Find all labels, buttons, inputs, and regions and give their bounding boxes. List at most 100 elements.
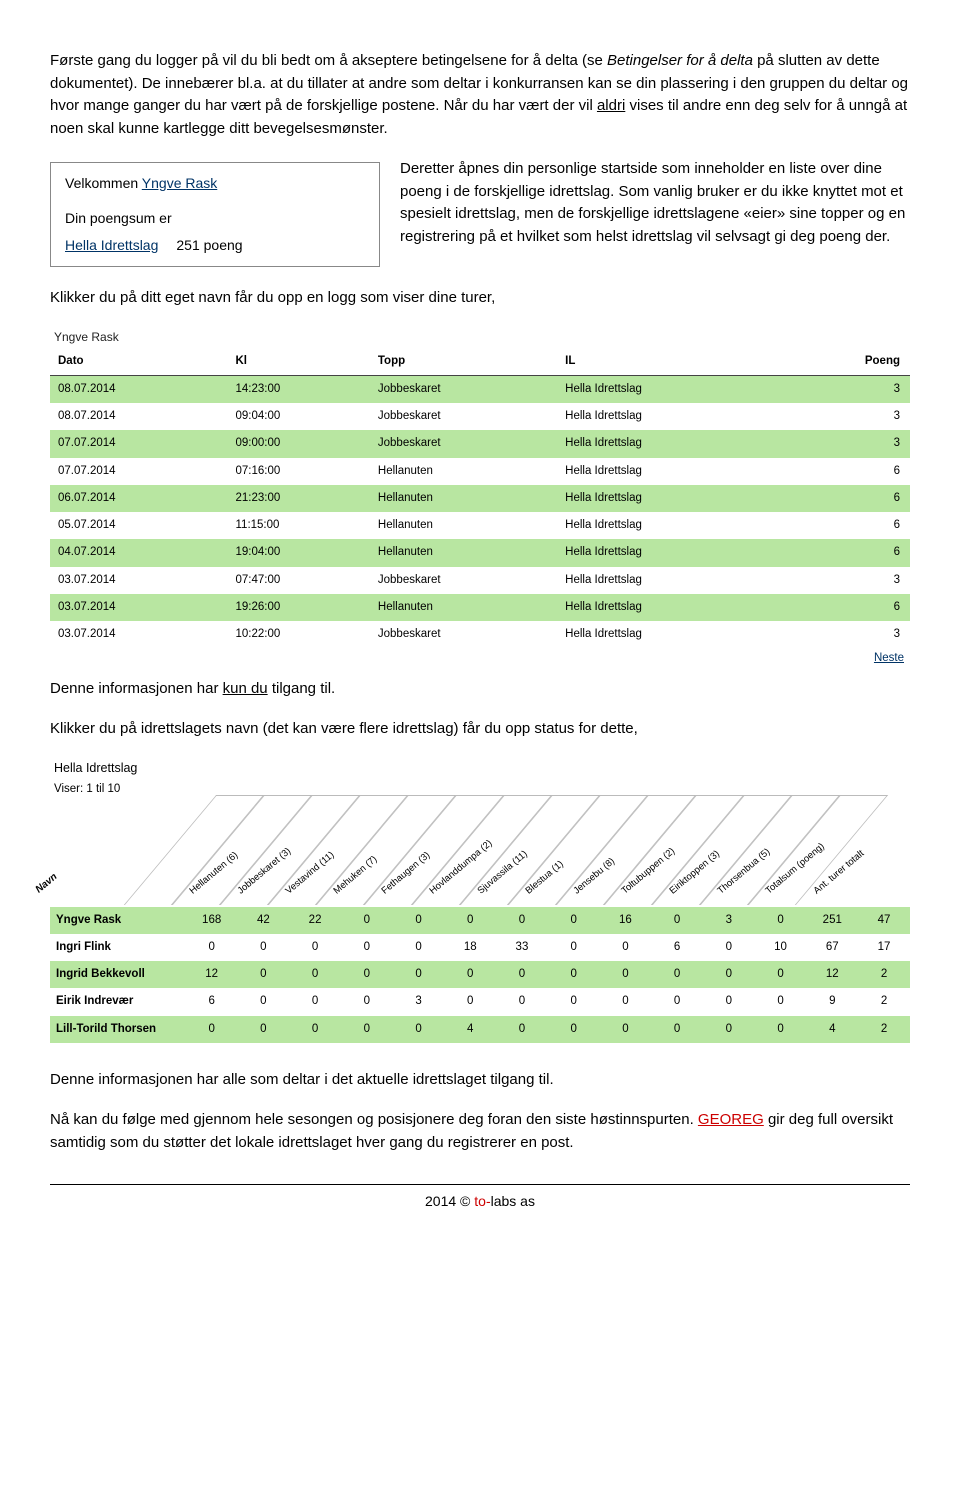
- cell: Hella Idrettslag: [559, 458, 782, 485]
- cell: 0: [651, 907, 703, 934]
- table-row: 07.07.201409:00:00JobbeskaretHella Idret…: [50, 430, 910, 457]
- points-value: 251 poeng: [176, 235, 242, 256]
- cell: 3: [393, 988, 445, 1015]
- table-row: Yngve Rask1684222000001603025147: [50, 907, 910, 934]
- paragraph-teamstatus: Klikker du på idrettslagets navn (det ka…: [50, 718, 910, 741]
- cell: 06.07.2014: [50, 485, 230, 512]
- cell: 03.07.2014: [50, 567, 230, 594]
- cell: 0: [341, 934, 393, 961]
- team-link[interactable]: Hella Idrettslag: [65, 235, 158, 256]
- cell: 0: [238, 961, 290, 988]
- cell: 3: [782, 375, 910, 403]
- table-row: 03.07.201407:47:00JobbeskaretHella Idret…: [50, 567, 910, 594]
- row-name: Yngve Rask: [50, 907, 186, 934]
- cell: 19:26:00: [230, 594, 372, 621]
- cell: 0: [548, 961, 600, 988]
- cell: 0: [341, 1016, 393, 1043]
- cell: 0: [393, 907, 445, 934]
- cell: 0: [703, 934, 755, 961]
- row-name: Ingrid Bekkevoll: [50, 961, 186, 988]
- table-header-row: Dato Kl Topp IL Poeng: [50, 348, 910, 376]
- table-row: 08.07.201409:04:00JobbeskaretHella Idret…: [50, 403, 910, 430]
- text: Denne informasjonen har: [50, 680, 223, 697]
- cell: 0: [600, 934, 652, 961]
- cell: Jobbeskaret: [372, 621, 559, 648]
- cell: 0: [341, 907, 393, 934]
- cell: 0: [289, 988, 341, 1015]
- cell: 07.07.2014: [50, 430, 230, 457]
- cell: 07:47:00: [230, 567, 372, 594]
- cell: 0: [238, 1016, 290, 1043]
- cell: 6: [782, 458, 910, 485]
- cell: 47: [858, 907, 910, 934]
- cell: 10: [755, 934, 807, 961]
- paragraph-loglink: Klikker du på ditt eget navn får du opp …: [50, 287, 910, 310]
- cell: 0: [444, 961, 496, 988]
- cell: 33: [496, 934, 548, 961]
- cell: 0: [548, 907, 600, 934]
- cell: 67: [806, 934, 858, 961]
- cell: 0: [755, 1016, 807, 1043]
- cell: 0: [393, 934, 445, 961]
- text: Nå kan du følge med gjennom hele sesonge…: [50, 1111, 698, 1128]
- cell: 6: [782, 539, 910, 566]
- log-owner: Yngve Rask: [54, 328, 910, 346]
- col-date: Dato: [50, 348, 230, 376]
- footer-year: 2014 ©: [425, 1193, 474, 1209]
- cell: 0: [703, 1016, 755, 1043]
- cell: 0: [651, 961, 703, 988]
- georeg-link[interactable]: GEOREG: [698, 1111, 764, 1128]
- cell: 0: [238, 988, 290, 1015]
- terms-reference: Betingelser for å delta: [607, 52, 753, 69]
- row-name: Eirik Indrevær: [50, 988, 186, 1015]
- cell: 0: [393, 1016, 445, 1043]
- table-row: 08.07.201414:23:00JobbeskaretHella Idret…: [50, 375, 910, 403]
- cell: 16: [600, 907, 652, 934]
- row-name: Ingri Flink: [50, 934, 186, 961]
- table-row: 06.07.201421:23:00HellanutenHella Idrett…: [50, 485, 910, 512]
- footer-brand-rest: labs as: [491, 1193, 535, 1209]
- cell: 2: [858, 1016, 910, 1043]
- team-stats-table: Yngve Rask1684222000001603025147Ingri Fl…: [50, 907, 910, 1043]
- cell: 03.07.2014: [50, 621, 230, 648]
- underline-aldri: aldri: [597, 97, 625, 114]
- cell: 05.07.2014: [50, 512, 230, 539]
- score-label: Din poengsum er: [65, 208, 365, 229]
- cell: 0: [444, 988, 496, 1015]
- cell: 09:00:00: [230, 430, 372, 457]
- cell: Hella Idrettslag: [559, 430, 782, 457]
- table-row: Ingri Flink0000018330060106717: [50, 934, 910, 961]
- cell: 09:04:00: [230, 403, 372, 430]
- cell: 4: [806, 1016, 858, 1043]
- cell: 6: [782, 485, 910, 512]
- paragraph-shared: Denne informasjonen har alle som deltar …: [50, 1069, 910, 1092]
- row-name: Lill-Torild Thorsen: [50, 1016, 186, 1043]
- cell: 12: [806, 961, 858, 988]
- welcome-line: Velkommen Yngve Rask: [65, 173, 365, 194]
- cell: 251: [806, 907, 858, 934]
- cell: 0: [289, 1016, 341, 1043]
- table-row: Ingrid Bekkevoll1200000000000122: [50, 961, 910, 988]
- cell: 0: [548, 988, 600, 1015]
- paragraph-intro: Første gang du logger på vil du bli bedt…: [50, 50, 910, 140]
- cell: 0: [703, 961, 755, 988]
- cell: 08.07.2014: [50, 375, 230, 403]
- cell: 0: [444, 907, 496, 934]
- cell: 0: [289, 934, 341, 961]
- welcome-prefix: Velkommen: [65, 175, 142, 191]
- welcome-user-link[interactable]: Yngve Rask: [142, 175, 217, 191]
- cell: 42: [238, 907, 290, 934]
- cell: 0: [341, 961, 393, 988]
- cell: 08.07.2014: [50, 403, 230, 430]
- next-page-link[interactable]: Neste: [50, 650, 904, 667]
- cell: 22: [289, 907, 341, 934]
- cell: Jobbeskaret: [372, 375, 559, 403]
- cell: 04.07.2014: [50, 539, 230, 566]
- cell: 2: [858, 961, 910, 988]
- col-name-label: Navn: [32, 869, 60, 896]
- col-points: Poeng: [782, 348, 910, 376]
- cell: 0: [600, 988, 652, 1015]
- footer-divider: [50, 1184, 910, 1185]
- cell: 12: [186, 961, 238, 988]
- cell: 0: [755, 961, 807, 988]
